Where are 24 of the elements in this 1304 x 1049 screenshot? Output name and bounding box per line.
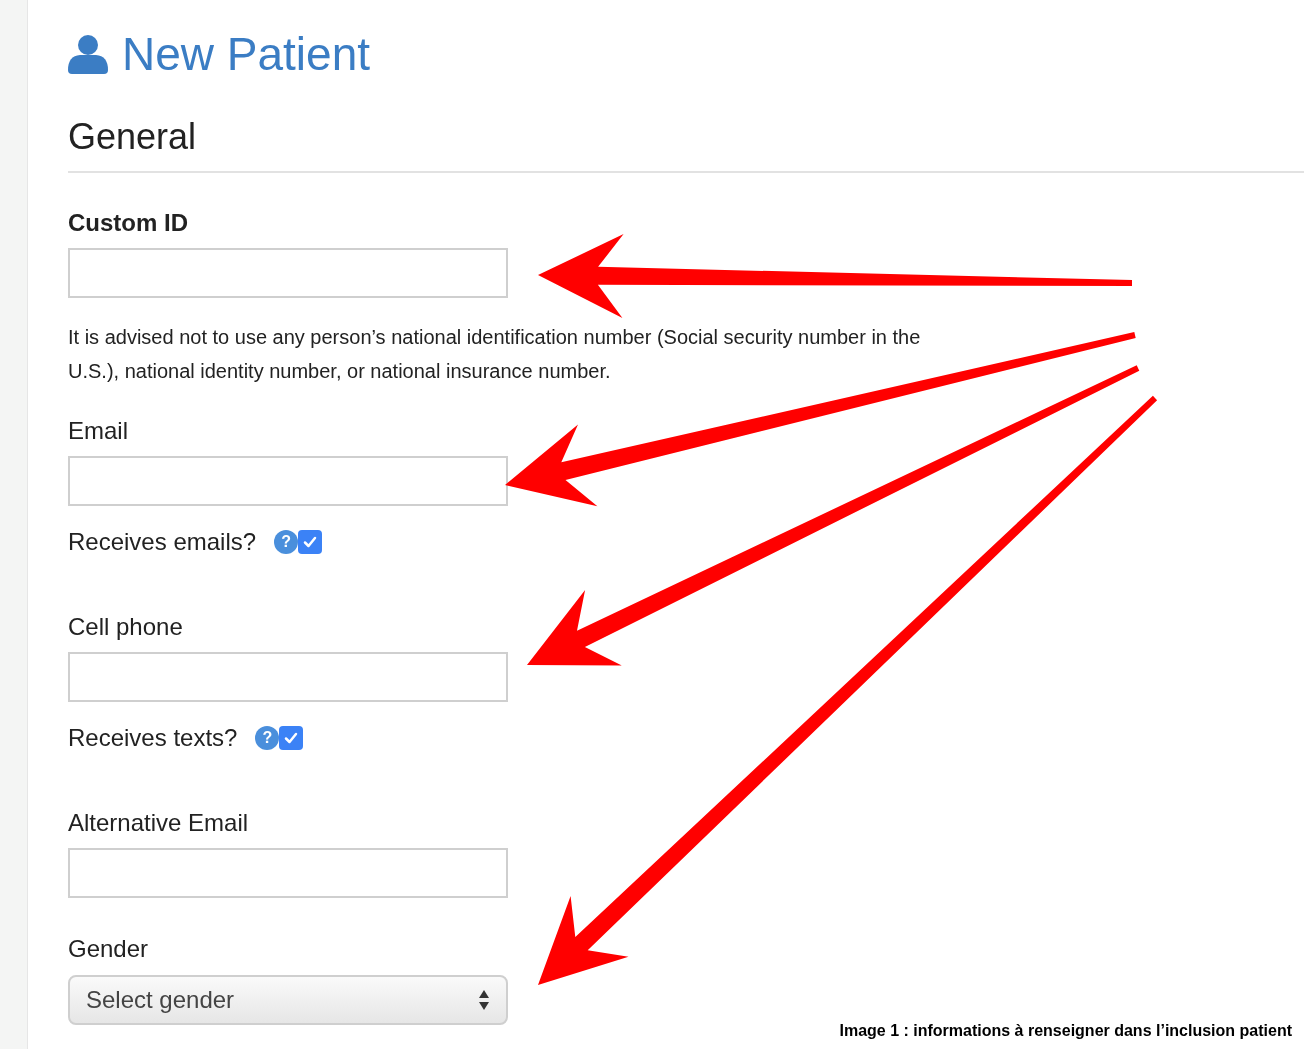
gender-select[interactable]: Select gender xyxy=(68,975,508,1025)
help-text: It is advised not to use any person’s national identification number (Social security number in the U.S.), national identity number, or national insurance number. xyxy=(68,325,922,384)
checkbox-label: Receives emails? xyxy=(68,527,257,557)
check-icon xyxy=(283,730,300,746)
field-label: Cell phone xyxy=(68,613,183,641)
page-title: New Patient xyxy=(122,28,370,80)
help-icon[interactable]: ? xyxy=(255,726,280,750)
checkbox[interactable] xyxy=(298,530,323,554)
section-title: General xyxy=(68,116,197,158)
sort-icon xyxy=(478,989,490,1011)
user-icon xyxy=(68,34,108,74)
field-label: Email xyxy=(68,417,128,445)
input-field[interactable] xyxy=(68,248,508,298)
field-label: Gender xyxy=(68,935,149,963)
checkbox[interactable] xyxy=(279,726,304,750)
image-caption: Image 1 : informations à renseigner dans l’inclusion patient xyxy=(839,1021,1292,1041)
help-icon[interactable]: ? xyxy=(274,530,299,554)
check-icon xyxy=(302,534,319,550)
field-label: Custom ID xyxy=(68,209,188,237)
field-label: Alternative Email xyxy=(68,809,249,837)
input-field[interactable] xyxy=(68,848,508,898)
checkbox-label: Receives texts? xyxy=(68,723,238,753)
input-field[interactable] xyxy=(68,652,508,702)
input-field[interactable] xyxy=(68,456,508,506)
